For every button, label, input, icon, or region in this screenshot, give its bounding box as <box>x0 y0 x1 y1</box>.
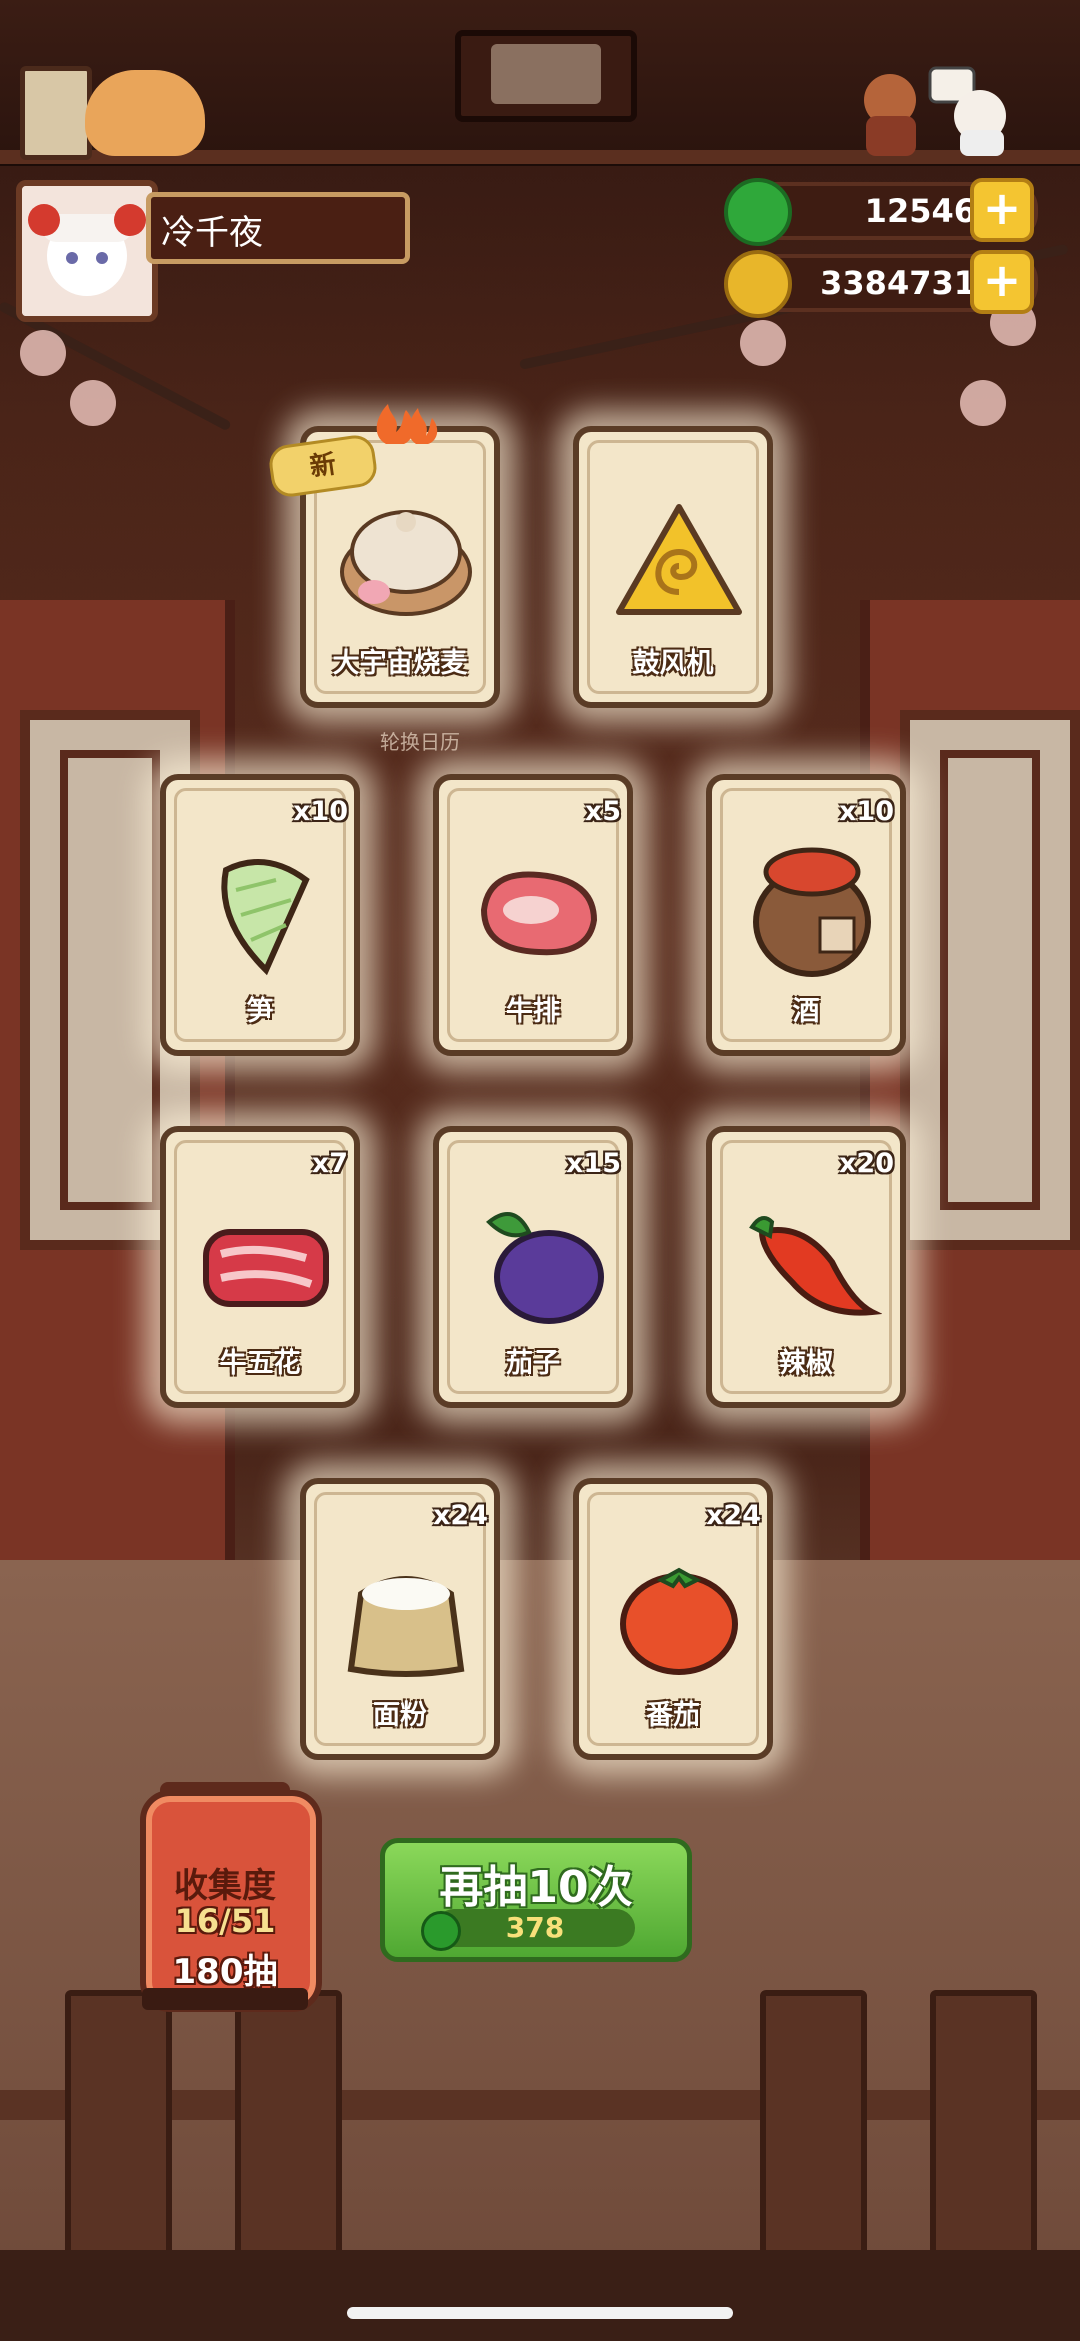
shaomai-steamer-icon <box>340 510 472 616</box>
card-name: 大宇宙烧麦 <box>332 648 468 679</box>
bellows-icon <box>616 504 742 615</box>
jade-coin-icon <box>421 1911 461 1951</box>
draw-cost-value: 378 <box>505 1911 565 1944</box>
card-count: x15 <box>566 1148 621 1179</box>
collection-draws: 180抽 <box>172 1952 278 1992</box>
collection-title: 收集度 <box>174 1866 276 1906</box>
card-count: x10 <box>839 796 894 827</box>
card-count: x5 <box>584 796 621 827</box>
railing-post <box>930 1990 1037 2292</box>
left-wall <box>0 600 235 1590</box>
blossom <box>20 330 66 376</box>
add-jade-button[interactable]: + <box>970 178 1034 242</box>
right-wall <box>860 600 1080 1590</box>
reward-card[interactable]: 鼓风机 <box>573 426 773 708</box>
chefs-decoration <box>864 66 1006 156</box>
tomato-icon <box>620 1567 738 1675</box>
railing-post <box>760 1990 867 2292</box>
beef-belly-icon <box>203 1229 329 1307</box>
reward-card[interactable]: x24 番茄 <box>573 1478 773 1760</box>
player-avatar[interactable] <box>16 180 158 322</box>
hanging-scroll <box>455 30 637 122</box>
card-name: 辣椒 <box>779 1348 833 1379</box>
card-name: 牛五花 <box>219 1348 301 1379</box>
card-count: x7 <box>311 1148 348 1179</box>
card-count: x20 <box>839 1148 894 1179</box>
reward-card[interactable]: x24 面粉 <box>300 1478 500 1760</box>
chili-icon <box>749 1216 882 1316</box>
blossom <box>70 380 116 426</box>
card-name: 面粉 <box>373 1700 427 1731</box>
fire-icon <box>376 404 438 444</box>
jade-coin-icon <box>724 178 792 246</box>
reward-card[interactable]: x15 茄子 <box>433 1126 633 1408</box>
right-window <box>900 710 1080 1250</box>
bamboo-shoot-icon <box>221 859 310 976</box>
reward-card[interactable]: x10 笋 <box>160 774 360 1056</box>
card-count: x24 <box>433 1500 488 1531</box>
card-name: 酒 <box>792 996 820 1027</box>
rotation-calendar-text: 轮换日历 <box>380 730 460 754</box>
draw-again-button[interactable]: 再抽10次 378 <box>380 1838 692 1962</box>
flour-sack-icon <box>347 1576 465 1677</box>
draw-cost: 378 <box>421 1909 635 1951</box>
gold-coin-icon <box>724 250 792 318</box>
scroll-portrait <box>491 44 601 104</box>
wine-jar-icon <box>753 847 871 977</box>
reward-card[interactable]: x20 辣椒 <box>706 1126 906 1408</box>
card-name: 茄子 <box>506 1348 560 1379</box>
railing-post <box>235 1990 342 2292</box>
card-name: 牛排 <box>506 996 560 1027</box>
reward-card[interactable]: x7 牛五花 <box>160 1126 360 1408</box>
railing-post <box>65 1990 172 2292</box>
draw-again-label: 再抽10次 <box>439 1862 633 1913</box>
collection-progress: 16/51 <box>174 1902 276 1940</box>
sleeping-cat-decoration <box>85 70 205 156</box>
girl-portrait-icon <box>22 186 152 316</box>
reward-card[interactable]: x10 酒 <box>706 774 906 1056</box>
card-count: x24 <box>706 1500 761 1531</box>
card-name: 鼓风机 <box>632 648 714 679</box>
card-count: x10 <box>293 796 348 827</box>
blossom <box>740 320 786 366</box>
blossom <box>960 380 1006 426</box>
card-name: 笋 <box>246 996 274 1027</box>
bottom-bar <box>0 2250 1080 2341</box>
player-name: 冷千夜 <box>146 192 410 264</box>
add-gold-button[interactable]: + <box>970 250 1034 314</box>
eggplant-icon <box>486 1212 604 1324</box>
home-indicator[interactable] <box>347 2307 733 2319</box>
reward-card[interactable]: x5 牛排 <box>433 774 633 1056</box>
card-name: 番茄 <box>646 1700 700 1731</box>
steak-icon <box>480 871 598 956</box>
paw-sign-decoration <box>20 66 92 160</box>
